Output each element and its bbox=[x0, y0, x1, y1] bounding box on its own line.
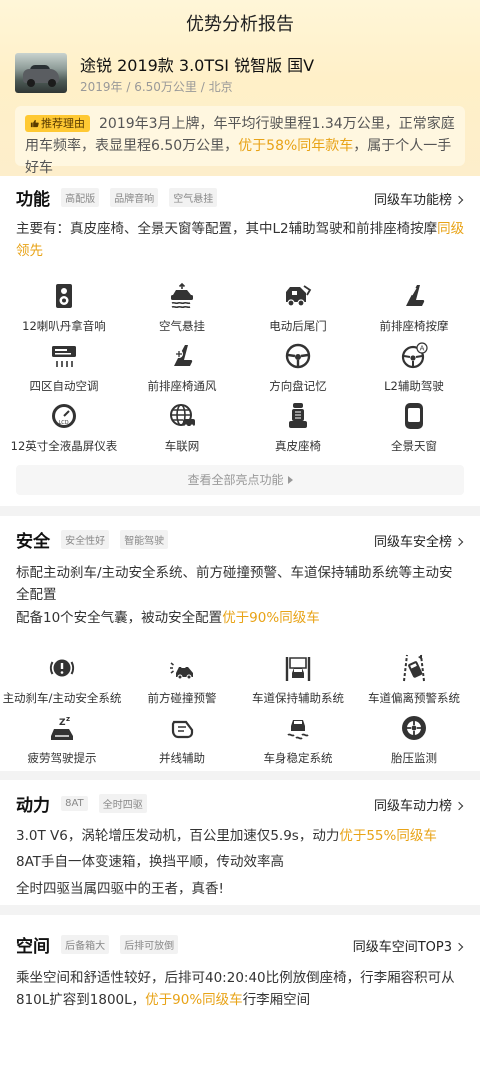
power-header: 动力 8AT 全时四驱 bbox=[16, 791, 147, 816]
climate-control-icon bbox=[52, 346, 76, 367]
panoramic-sunroof-icon bbox=[405, 403, 423, 429]
safety-description-active: 标配主动刹车/主动安全系统、前方碰撞预警、车道保持辅助系统等主动安全配置 bbox=[16, 565, 453, 603]
recommend-reason-box: 2019年3月上牌，年平均行驶里程1.34万公里，正常家庭用车频率，表显里程6.… bbox=[15, 106, 465, 176]
feature-item[interactable]: 12喇叭丹拿音响 bbox=[4, 282, 124, 342]
feature-item[interactable]: 车联网 bbox=[122, 402, 242, 462]
tire-pressure-icon bbox=[402, 716, 426, 740]
steering-memory-icon bbox=[285, 343, 311, 369]
power-awd-line: 全时四驱当属四驱中的王者，真香! bbox=[16, 881, 224, 897]
collision-warning-icon bbox=[170, 662, 193, 680]
feature-item[interactable]: 主动刹车/主动安全系统 bbox=[2, 654, 122, 714]
speaker-icon bbox=[56, 284, 72, 308]
blind-spot-icon bbox=[171, 720, 194, 739]
safety-card: 安全 安全性好 智能驾驶 同级车安全榜 标配主动刹车/主动安全系统、前方碰撞预警… bbox=[0, 516, 480, 771]
feature-item[interactable]: 车身稳定系统 bbox=[238, 714, 358, 774]
seat-ventilation-icon bbox=[174, 345, 193, 366]
feature-item[interactable]: LCD 12英寸全液晶屏仪表 bbox=[4, 402, 124, 462]
space-tag: 后排可放倒 bbox=[120, 935, 179, 954]
l2-assist-icon: A bbox=[401, 342, 428, 369]
feature-item[interactable]: A L2辅助驾驶 bbox=[354, 342, 474, 402]
feature-item[interactable]: 全景天窗 bbox=[354, 402, 474, 462]
power-card: 动力 8AT 全时四驱 同级车动力榜 3.0T V6，涡轮增压发动机，百公里加速… bbox=[0, 780, 480, 905]
power-tailgate-icon bbox=[286, 285, 312, 307]
function-rank-link[interactable]: 同级车功能榜 bbox=[374, 189, 464, 208]
triangle-right-icon bbox=[287, 476, 293, 484]
chevron-right-icon bbox=[454, 942, 464, 952]
svg-text:LCD: LCD bbox=[59, 420, 69, 426]
recommend-reason-text: 2019年3月上牌，年平均行驶里程1.34万公里，正常家庭用车频率，表显里程6.… bbox=[25, 116, 455, 176]
power-gearbox-line: 8AT手自一体变速箱，换挡平顺，传动效率高 bbox=[16, 854, 285, 870]
power-tag: 8AT bbox=[61, 796, 88, 811]
feature-item[interactable]: 前方碰撞预警 bbox=[122, 654, 242, 714]
space-description: 乘坐空间和舒适性较好，后排可40:20:40比例放倒座椅，行李厢容积可从810L… bbox=[16, 970, 455, 1008]
recommend-reason-tag: 推荐理由 bbox=[25, 115, 90, 132]
connected-car-icon bbox=[170, 404, 195, 428]
page-title: 优势分析报告 bbox=[186, 14, 294, 35]
power-rank-link[interactable]: 同级车动力榜 bbox=[374, 795, 464, 814]
car-thumbnail[interactable] bbox=[15, 53, 67, 93]
space-header: 空间 后备箱大 后排可放倒 bbox=[16, 932, 179, 957]
thumbs-up-icon bbox=[30, 119, 39, 128]
fatigue-alert-icon: Zz bbox=[51, 715, 73, 740]
lcd-cluster-icon: LCD bbox=[52, 404, 76, 428]
power-engine-line: 3.0T V6，涡轮增压发动机，百公里加速仅5.9s，动力优于55%同级车 bbox=[16, 828, 437, 844]
lane-keep-icon bbox=[285, 657, 311, 681]
safety-title: 安全 bbox=[16, 532, 50, 552]
safety-tag: 智能驾驶 bbox=[120, 530, 169, 549]
safety-tag: 安全性好 bbox=[61, 530, 110, 549]
chevron-right-icon bbox=[454, 195, 464, 205]
feature-item[interactable]: 方向盘记忆 bbox=[238, 342, 358, 402]
feature-item[interactable]: 前排座椅通风 bbox=[122, 342, 242, 402]
safety-rank-link[interactable]: 同级车安全榜 bbox=[374, 531, 464, 550]
feature-item[interactable]: 真皮座椅 bbox=[238, 402, 358, 462]
active-brake-icon bbox=[49, 659, 75, 677]
stability-control-icon bbox=[287, 720, 309, 740]
air-suspension-icon bbox=[171, 282, 193, 309]
feature-item[interactable]: 空气悬挂 bbox=[122, 282, 242, 342]
feature-item[interactable]: 四区自动空调 bbox=[4, 342, 124, 402]
feature-item[interactable]: 车道保持辅助系统 bbox=[238, 654, 358, 714]
reason-highlight: 优于58%同年款车 bbox=[238, 138, 354, 154]
space-tag: 后备箱大 bbox=[61, 935, 110, 954]
car-meta: 2019年 / 6.50万公里 / 北京 bbox=[80, 80, 233, 94]
space-rank-link[interactable]: 同级车空间TOP3 bbox=[353, 936, 464, 955]
svg-text:A: A bbox=[420, 345, 425, 353]
function-header: 功能 高配版 品牌音响 空气悬挂 bbox=[16, 185, 218, 210]
function-card: 功能 高配版 品牌音响 空气悬挂 同级车功能榜 主要有：真皮座椅、全景天窗等配置… bbox=[0, 176, 480, 506]
function-tag: 空气悬挂 bbox=[169, 188, 218, 207]
chevron-right-icon bbox=[454, 801, 464, 811]
function-description: 主要有：真皮座椅、全景天窗等配置，其中L2辅助驾驶和前排座椅按摩同级领先 bbox=[16, 221, 465, 259]
feature-item[interactable]: 胎压监测 bbox=[354, 714, 474, 774]
svg-text:z: z bbox=[66, 715, 70, 723]
leather-seat-icon bbox=[289, 403, 307, 428]
feature-item[interactable]: Zz 疲劳驾驶提示 bbox=[2, 714, 122, 774]
lane-departure-icon bbox=[403, 654, 425, 682]
svg-text:Z: Z bbox=[59, 718, 66, 728]
function-title: 功能 bbox=[16, 190, 50, 210]
feature-item[interactable]: 车道偏离预警系统 bbox=[354, 654, 474, 714]
function-tag: 高配版 bbox=[61, 188, 100, 207]
feature-item[interactable]: 前排座椅按摩 bbox=[354, 282, 474, 342]
feature-item[interactable]: 电动后尾门 bbox=[238, 282, 358, 342]
chevron-right-icon bbox=[454, 537, 464, 547]
power-tag: 全时四驱 bbox=[98, 794, 147, 813]
power-title: 动力 bbox=[16, 796, 50, 816]
safety-description-passive: 配备10个安全气囊，被动安全配置优于90%同级车 bbox=[16, 610, 320, 626]
safety-header: 安全 安全性好 智能驾驶 bbox=[16, 527, 169, 552]
car-name: 途锐 2019款 3.0TSI 锐智版 国V bbox=[80, 56, 315, 75]
space-title: 空间 bbox=[16, 937, 50, 957]
space-card: 空间 后备箱大 后排可放倒 同级车空间TOP3 乘坐空间和舒适性较好，后排可40… bbox=[0, 915, 480, 1065]
seat-massage-icon bbox=[406, 285, 425, 306]
function-tag: 品牌音响 bbox=[110, 188, 159, 207]
view-all-features-button[interactable]: 查看全部亮点功能 bbox=[16, 465, 464, 495]
feature-item[interactable]: 并线辅助 bbox=[122, 714, 242, 774]
